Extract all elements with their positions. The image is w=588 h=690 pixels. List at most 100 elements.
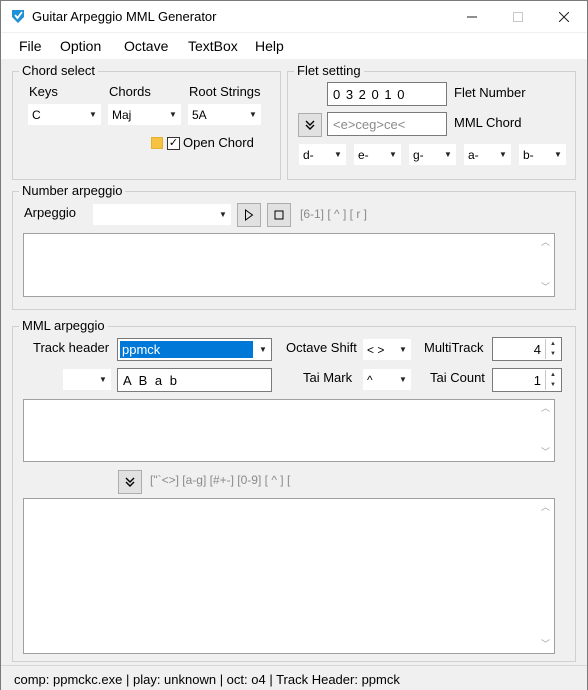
window-title: Guitar Arpeggio MML Generator: [32, 9, 217, 24]
menu-octave[interactable]: Octave: [124, 38, 168, 54]
small-combo[interactable]: ▼: [62, 368, 112, 391]
mml-chord-input[interactable]: <e>ceg>ce<: [327, 112, 447, 136]
multitrack-value: 4: [533, 342, 541, 357]
open-chord-label: Open Chord: [183, 135, 254, 150]
octave-shift-value: < >: [367, 343, 385, 357]
mml-arpeggio-title: MML arpeggio: [19, 318, 108, 333]
arpeggio-syntax-hint: [6-1] [ ^ ] [ r ]: [300, 207, 367, 221]
notes-input[interactable]: A B a b: [117, 368, 272, 392]
tai-count-label: Tai Count: [430, 370, 485, 385]
scroll-up-icon[interactable]: ︿: [537, 234, 554, 251]
spin-down-icon[interactable]: ▼: [546, 380, 560, 390]
status-bar: comp: ppmckc.exe | play: unknown | oct: …: [1, 665, 587, 690]
mml-arpeggio-group: MML arpeggio Track header ppmck ▼ Octave…: [12, 318, 576, 662]
maximize-icon: [513, 11, 523, 22]
chords-value: Maj: [112, 108, 132, 122]
generate-button[interactable]: [118, 470, 142, 494]
scroll-down-icon[interactable]: ﹀: [537, 279, 554, 296]
string-note-combo-4[interactable]: a- ▼: [463, 143, 512, 166]
chevron-down-icon: ▼: [99, 375, 107, 384]
stop-button[interactable]: [267, 203, 291, 227]
chevron-down-icon: ▼: [554, 150, 562, 159]
scroll-up-icon[interactable]: ︿: [537, 499, 554, 516]
play-button[interactable]: [237, 203, 261, 227]
chord-select-group: Chord select Keys Chords Root Strings C …: [12, 63, 281, 180]
vertical-scrollbar[interactable]: ︿ ﹀: [537, 234, 554, 296]
close-button[interactable]: [541, 1, 587, 32]
mml-chord-value: <e>ceg>ce<: [333, 117, 406, 132]
chevron-down-icon: ▼: [89, 110, 97, 119]
play-icon: [245, 209, 254, 221]
string-note-combo-5[interactable]: b- ▼: [518, 143, 567, 166]
arpeggio-combo[interactable]: ▼: [92, 203, 232, 226]
app-window: Guitar Arpeggio MML Generator File Optio…: [0, 0, 588, 690]
menu-help[interactable]: Help: [255, 38, 284, 54]
chevron-down-icon: ▼: [249, 110, 257, 119]
string-note-value: e-: [358, 148, 369, 162]
spin-down-icon[interactable]: ▼: [546, 349, 560, 359]
flet-number-value: 0 3 2 0 1 0: [333, 87, 406, 102]
flet-number-label: Flet Number: [454, 85, 526, 100]
scroll-down-icon[interactable]: ﹀: [537, 636, 554, 653]
flet-setting-title: Flet setting: [294, 63, 364, 78]
chords-combo[interactable]: Maj ▼: [107, 103, 182, 126]
mml-syntax-hint: ["`<>] [a-g] [#+-] [0-9] [ ^ ] [: [150, 473, 291, 487]
spin-up-icon[interactable]: ▲: [546, 339, 560, 349]
root-strings-combo[interactable]: 5A ▼: [187, 103, 262, 126]
number-arpeggio-group: Number arpeggio Arpeggio ▼ [6-1] [ ^ ] […: [12, 183, 576, 310]
keys-value: C: [32, 108, 41, 122]
expand-chord-button[interactable]: [298, 113, 322, 137]
chevron-down-icon: ▼: [399, 345, 407, 354]
app-icon: [12, 10, 24, 23]
menu-file[interactable]: File: [19, 38, 42, 54]
root-strings-label: Root Strings: [189, 84, 261, 99]
close-icon: [559, 11, 569, 22]
notes-value: A B a b: [123, 373, 179, 388]
chevron-down-icon: ▼: [259, 345, 267, 354]
tai-mark-combo[interactable]: ^ ▼: [362, 368, 412, 391]
octave-shift-label: Octave Shift: [286, 340, 357, 355]
chevron-down-icon: ▼: [399, 375, 407, 384]
octave-shift-combo[interactable]: < > ▼: [362, 338, 412, 361]
menu-textbox[interactable]: TextBox: [188, 38, 238, 54]
arpeggio-label: Arpeggio: [24, 205, 77, 220]
scroll-down-icon[interactable]: ﹀: [537, 444, 554, 461]
open-chord-checkbox[interactable]: ✓: [167, 137, 180, 150]
flet-number-input[interactable]: 0 3 2 0 1 0: [327, 82, 447, 106]
spinner-buttons[interactable]: ▲ ▼: [545, 339, 560, 359]
string-note-value: d-: [303, 148, 314, 162]
number-arpeggio-title: Number arpeggio: [19, 183, 126, 198]
number-arpeggio-textarea[interactable]: ︿ ﹀: [23, 233, 555, 297]
track-header-combo[interactable]: ppmck ▼: [117, 338, 272, 361]
double-chevron-down-icon: [305, 120, 315, 130]
tai-mark-value: ^: [367, 373, 373, 387]
status-text: comp: ppmckc.exe | play: unknown | oct: …: [14, 672, 400, 687]
keys-label: Keys: [29, 84, 58, 99]
output-textarea[interactable]: ︿ ﹀: [23, 498, 555, 654]
spin-up-icon[interactable]: ▲: [546, 370, 560, 380]
chords-label: Chords: [109, 84, 151, 99]
spinner-buttons[interactable]: ▲ ▼: [545, 370, 560, 390]
double-chevron-down-icon: [125, 477, 135, 487]
minimize-button[interactable]: [449, 1, 495, 32]
stop-icon: [274, 210, 284, 220]
vertical-scrollbar[interactable]: ︿ ﹀: [537, 400, 554, 461]
keys-combo[interactable]: C ▼: [27, 103, 102, 126]
string-note-combo-3[interactable]: g- ▼: [408, 143, 457, 166]
chevron-down-icon: ▼: [499, 150, 507, 159]
menu-option[interactable]: Option: [60, 38, 101, 54]
chevron-down-icon: ▼: [389, 150, 397, 159]
multitrack-spinner[interactable]: 4 ▲ ▼: [492, 337, 562, 361]
string-note-value: a-: [468, 148, 479, 162]
string-note-combo-2[interactable]: e- ▼: [353, 143, 402, 166]
mml-arpeggio-textarea[interactable]: ︿ ﹀: [23, 399, 555, 462]
maximize-button[interactable]: [495, 1, 541, 32]
flet-setting-group: Flet setting 0 3 2 0 1 0 Flet Number <e>…: [287, 63, 576, 180]
scroll-up-icon[interactable]: ︿: [537, 400, 554, 417]
string-note-value: g-: [413, 148, 424, 162]
root-strings-value: 5A: [192, 108, 207, 122]
tai-count-spinner[interactable]: 1 ▲ ▼: [492, 368, 562, 392]
string-note-combo-1[interactable]: d- ▼: [298, 143, 347, 166]
minimize-icon: [467, 16, 477, 17]
vertical-scrollbar[interactable]: ︿ ﹀: [537, 499, 554, 653]
